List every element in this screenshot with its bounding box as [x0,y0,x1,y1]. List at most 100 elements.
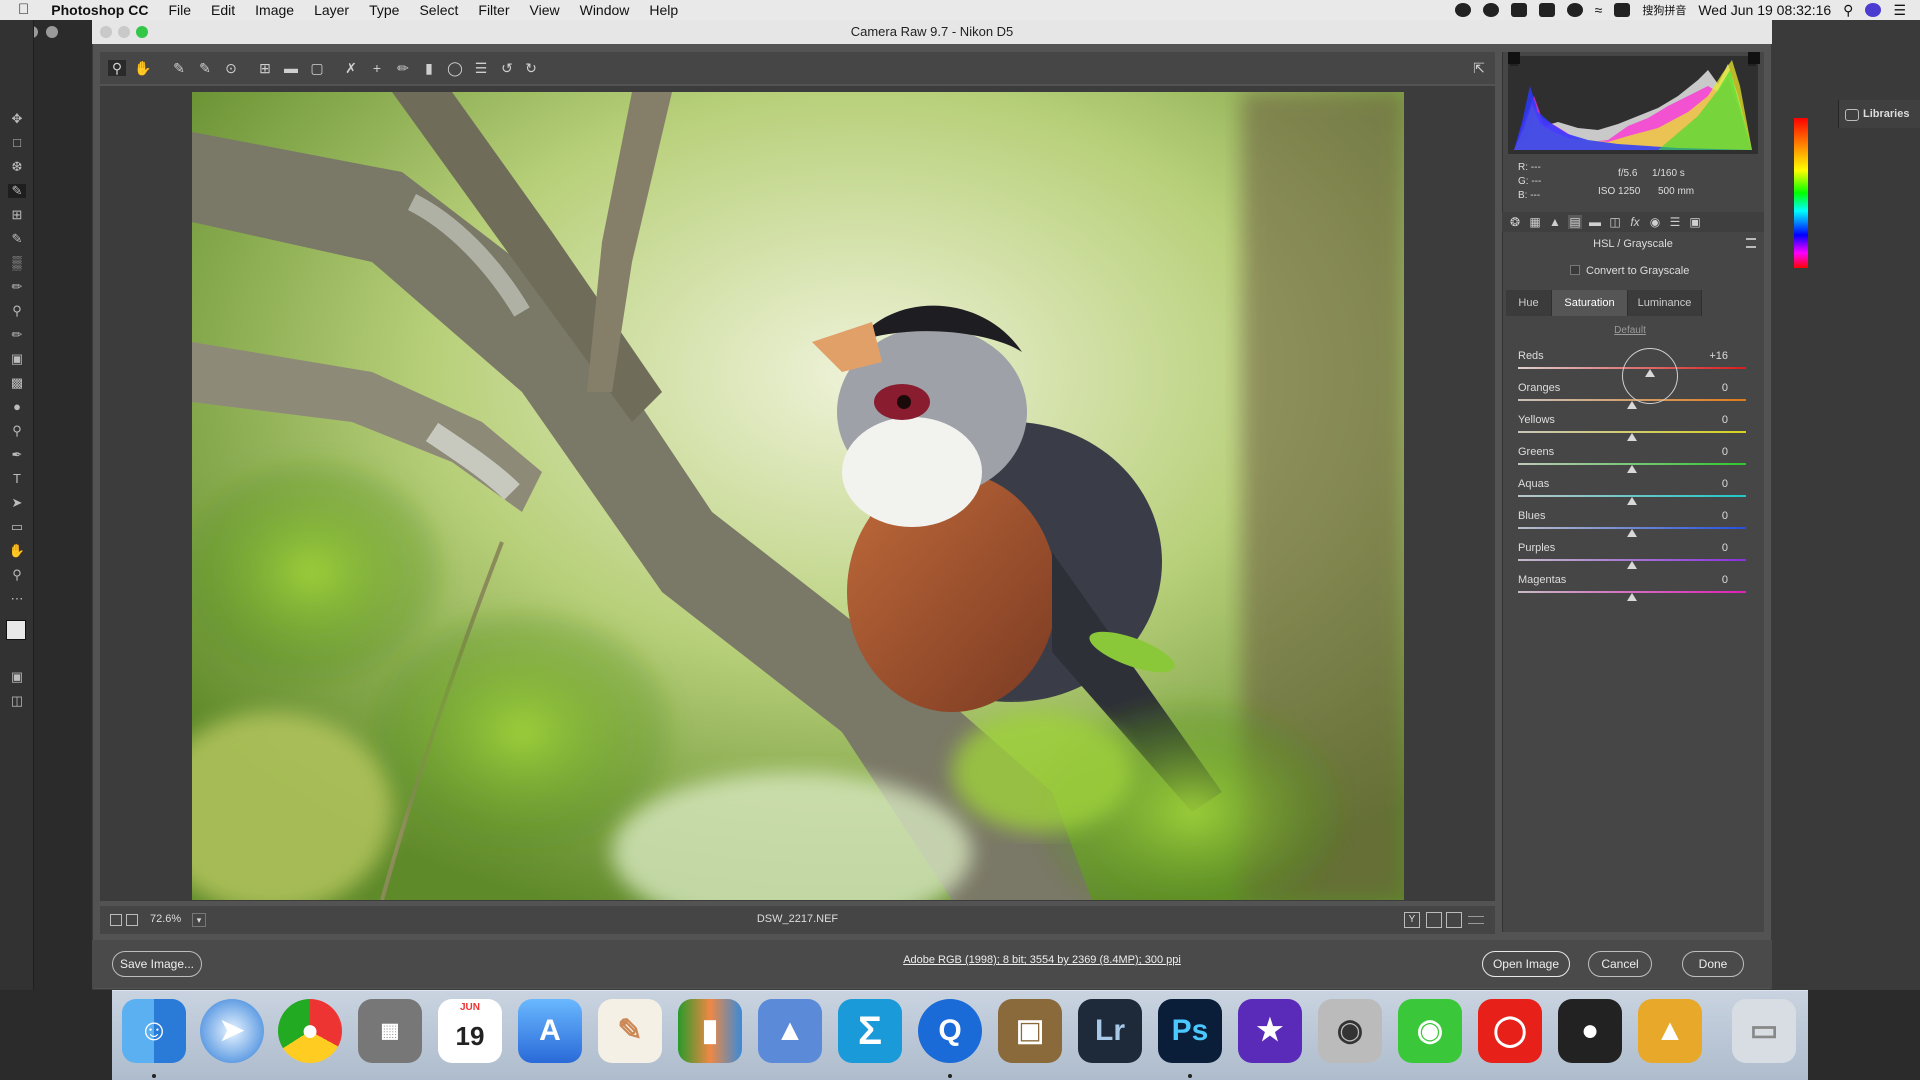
slider-blues[interactable]: Blues 0 [1518,510,1746,540]
slider-value[interactable]: 0 [1688,414,1728,426]
slider-value[interactable]: 0 [1688,542,1728,554]
highlight-clipping-toggle-icon[interactable] [1748,52,1760,64]
safari-icon[interactable]: ➤ [200,999,264,1063]
preview-icon[interactable]: ▣ [998,999,1062,1063]
menu-window[interactable]: Window [570,0,640,20]
slider-greens[interactable]: Greens 0 [1518,446,1746,476]
calculator-icon[interactable]: ▦ [358,999,422,1063]
slider-aquas[interactable]: Aquas 0 [1518,478,1746,508]
slider-value[interactable]: +16 [1688,350,1728,362]
slider-value[interactable]: 0 [1688,510,1728,522]
spot-removal-icon[interactable]: ✗ [342,60,360,76]
dialog-close-button[interactable] [100,26,112,38]
lasso-tool-icon[interactable]: ❆ [8,160,26,174]
screenshot-icon[interactable]: ◉ [1318,999,1382,1063]
slider-yellows[interactable]: Yellows 0 [1518,414,1746,444]
effects-icon[interactable]: fx [1628,215,1642,229]
tab-saturation[interactable]: Saturation [1552,290,1628,316]
rotate-left-icon[interactable]: ↺ [498,60,516,76]
healing-tool-icon[interactable]: ▒ [8,256,26,270]
finder-icon[interactable]: ☺ [122,999,186,1063]
ime-label[interactable]: 搜狗拼音 [1642,2,1686,18]
preferences-icon[interactable]: ☰ [472,60,490,76]
display-icon[interactable] [1538,3,1555,17]
clock[interactable]: Wed Jun 19 08:32:16 [1698,2,1831,18]
libraries-panel-tab[interactable]: Libraries [1838,100,1920,128]
dialog-minimize-button[interactable] [118,26,130,38]
split-toning-icon[interactable]: ▬ [1588,215,1602,229]
toggle-fullscreen-icon[interactable]: ⇱ [1470,60,1488,76]
stamp-tool-icon[interactable]: ⚲ [8,304,26,318]
netease-music-icon[interactable]: ◯ [1478,999,1542,1063]
bluetooth-icon[interactable] [1566,3,1583,17]
keynote-icon[interactable]: ▲ [758,999,822,1063]
ps-zoom-button[interactable] [46,26,58,38]
zoom-icon[interactable]: ⚲ [108,60,126,76]
cocktail-icon[interactable]: ▲ [1638,999,1702,1063]
targeted-adjust-icon[interactable]: ⊙ [222,60,240,76]
calendar-icon[interactable]: JUN 19 [438,999,502,1063]
shape-tool-icon[interactable]: ▭ [8,520,26,534]
white-balance-icon[interactable]: ✎ [170,60,188,76]
menu-file[interactable]: File [158,0,201,20]
slider-thumb[interactable] [1627,529,1637,537]
move-tool-icon[interactable]: ✥ [8,112,26,126]
pages-icon[interactable]: ✎ [598,999,662,1063]
photoshop-icon[interactable]: Ps [1158,999,1222,1063]
checkbox-box[interactable] [1570,265,1580,275]
zoom-tool-icon[interactable]: ⚲ [8,568,26,582]
numbers-icon[interactable]: ▮ [678,999,742,1063]
foreground-color-swatch[interactable] [6,620,26,640]
panel-menu-icon[interactable] [1746,238,1756,248]
hsl-panel-icon[interactable]: ▤ [1568,215,1582,229]
qq-icon[interactable]: ● [1558,999,1622,1063]
eyedropper-tool-icon[interactable]: ✎ [8,232,26,246]
notification-icon[interactable]: ☰ [1893,2,1906,19]
transform-icon[interactable]: ▢ [308,60,326,76]
done-button[interactable]: Done [1682,951,1744,977]
menu-help[interactable]: Help [639,0,688,20]
cancel-button[interactable]: Cancel [1588,951,1652,977]
detail-icon[interactable]: ▲ [1548,215,1562,229]
preview-prefs-icon[interactable] [1468,916,1484,924]
hand-icon[interactable]: ✋ [134,60,152,76]
swap-settings-icon[interactable] [1426,912,1442,928]
eraser-tool-icon[interactable]: ▣ [8,352,26,366]
presets-icon[interactable]: ☰ [1668,215,1682,229]
menu-image[interactable]: Image [245,0,304,20]
blur-tool-icon[interactable]: ● [8,400,26,414]
quicktime-icon[interactable]: Q [918,999,982,1063]
workflow-options-link[interactable]: Adobe RGB (1998); 8 bit; 3554 by 2369 (8… [692,954,1392,966]
grid-status-icon[interactable] [1510,3,1527,17]
slider-thumb[interactable] [1627,401,1637,409]
color-ramp[interactable] [1794,118,1808,268]
lens-corrections-icon[interactable]: ◫ [1608,215,1622,229]
hand-tool-icon[interactable]: ✋ [8,544,26,558]
before-after-icon[interactable]: Y [1404,912,1420,928]
wifi-icon[interactable]: ≈ [1595,2,1603,18]
camera-calibration-icon[interactable]: ◉ [1648,215,1662,229]
more-tools-icon[interactable]: ⋯ [8,592,26,606]
pen-tool-icon[interactable]: ✒ [8,448,26,462]
sogou-icon[interactable] [1614,3,1631,17]
menu-edit[interactable]: Edit [201,0,245,20]
wechat-icon[interactable]: ◉ [1398,999,1462,1063]
save-image-button[interactable]: Save Image... [112,951,202,977]
basic-panel-icon[interactable]: ❂ [1508,215,1522,229]
imovie-icon[interactable]: ★ [1238,999,1302,1063]
crop-tool-icon[interactable]: ⊞ [8,208,26,222]
slider-value[interactable]: 0 [1688,382,1728,394]
type-tool-icon[interactable]: T [8,472,26,486]
app-store-icon[interactable]: A [518,999,582,1063]
copy-settings-icon[interactable] [1446,912,1462,928]
trash-icon[interactable]: ▭ [1732,999,1796,1063]
gradient-tool-icon[interactable]: ▩ [8,376,26,390]
sigma-app-icon[interactable]: Σ [838,999,902,1063]
menu-layer[interactable]: Layer [304,0,359,20]
red-eye-icon[interactable]: + [368,60,386,76]
menu-filter[interactable]: Filter [468,0,519,20]
brush-tool-icon[interactable]: ✏ [8,280,26,294]
radial-filter-icon[interactable]: ◯ [446,60,464,76]
dodge-tool-icon[interactable]: ⚲ [8,424,26,438]
dialog-zoom-button[interactable] [136,26,148,38]
